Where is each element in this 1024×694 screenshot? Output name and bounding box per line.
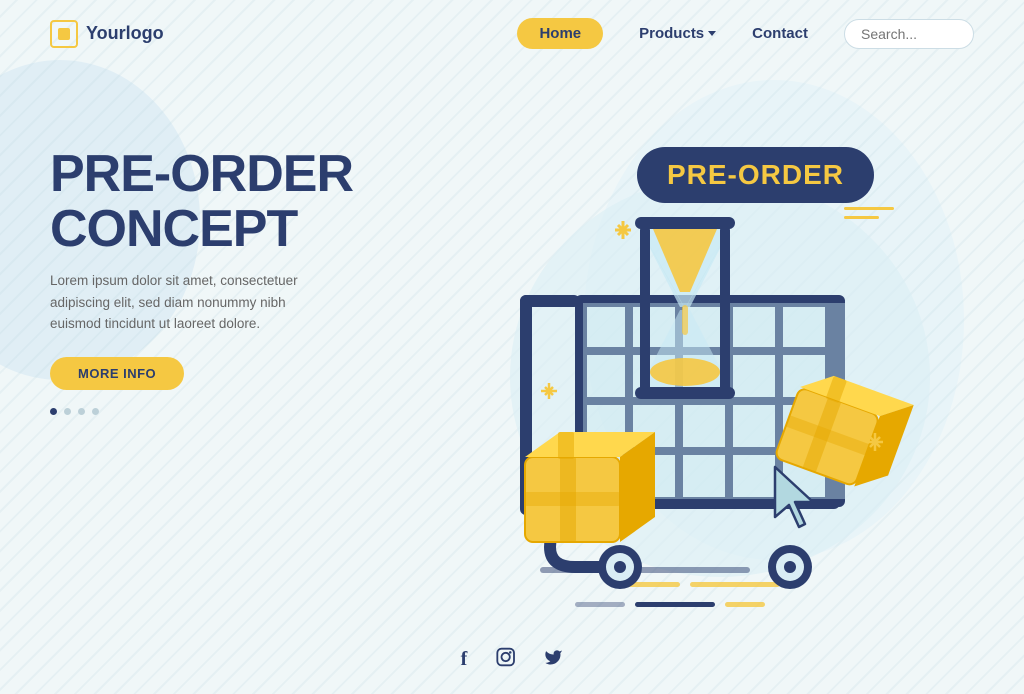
left-section: PRE-ORDER CONCEPT Lorem ipsum dolor sit … xyxy=(50,87,370,415)
products-dropdown-icon xyxy=(708,31,716,36)
preorder-badge: PRE-ORDER xyxy=(637,147,874,203)
instagram-icon[interactable] xyxy=(495,647,515,672)
dot-1 xyxy=(50,408,57,415)
navbar: Yourlogo Home Products Contact xyxy=(0,0,1024,67)
deco-line-2 xyxy=(844,216,879,219)
nav-links: Home Products Contact xyxy=(517,18,974,49)
nav-products[interactable]: Products xyxy=(639,25,716,42)
facebook-icon[interactable]: f xyxy=(461,648,468,671)
hero-description: Lorem ipsum dolor sit amet, consectetuer… xyxy=(50,270,320,335)
main-content: PRE-ORDER CONCEPT Lorem ipsum dolor sit … xyxy=(0,67,1024,687)
dot-3 xyxy=(78,408,85,415)
logo[interactable]: Yourlogo xyxy=(50,20,164,48)
dot-4 xyxy=(92,408,99,415)
right-section: PRE-ORDER xyxy=(370,87,974,687)
deco-lines-top xyxy=(844,207,894,225)
logo-icon xyxy=(50,20,78,48)
dot-indicators xyxy=(50,408,370,415)
twitter-icon[interactable] xyxy=(543,647,563,672)
hero-title: PRE-ORDER CONCEPT xyxy=(50,147,370,256)
preorder-badge-text: PRE-ORDER xyxy=(667,159,844,190)
nav-contact[interactable]: Contact xyxy=(752,25,808,42)
logo-text: Yourlogo xyxy=(86,23,164,44)
nav-home[interactable]: Home xyxy=(517,18,603,49)
dot-2 xyxy=(64,408,71,415)
footer-social: f xyxy=(461,647,564,672)
more-info-button[interactable]: MORE INFO xyxy=(50,357,184,390)
deco-line-1 xyxy=(844,207,894,210)
logo-inner-square xyxy=(58,28,70,40)
search-input[interactable] xyxy=(844,19,974,49)
